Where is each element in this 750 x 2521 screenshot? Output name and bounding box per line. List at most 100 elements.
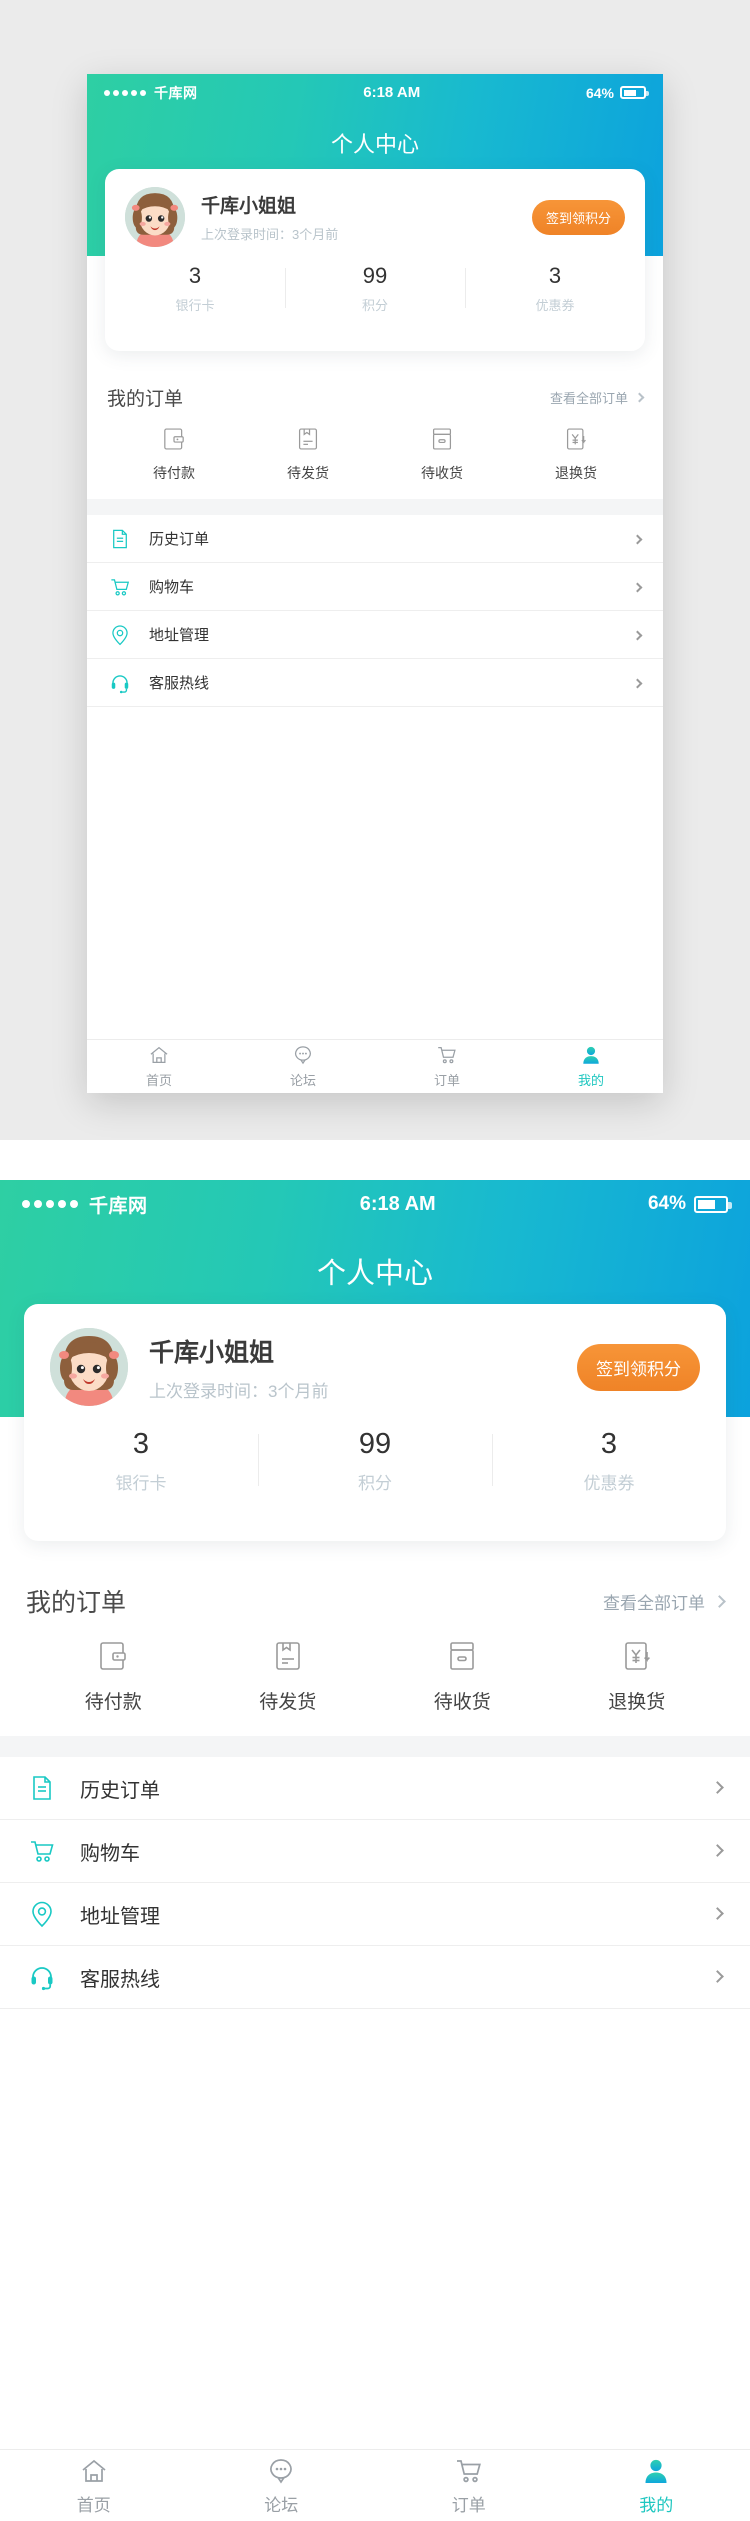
page-root: 千库网 6:18 AM 64% 个人中心 千库小姐姐 上次登录时间：3个月前 签… bbox=[0, 0, 750, 2521]
menu-item-label: 客服热线 bbox=[80, 1968, 160, 1991]
tab-forum[interactable]: 论坛 bbox=[188, 2450, 376, 2521]
headset-icon bbox=[28, 1963, 56, 1991]
order-item-unpaid[interactable]: 待付款 bbox=[107, 426, 241, 483]
stat-bankcard[interactable]: 3 银行卡 bbox=[24, 1428, 258, 1494]
status-left: 千库网 bbox=[22, 1191, 148, 1218]
stat-coupon[interactable]: 3 优惠券 bbox=[492, 1428, 726, 1494]
stat-label: 积分 bbox=[361, 298, 388, 313]
menu-item-history-orders[interactable]: 历史订单 bbox=[87, 515, 663, 563]
battery-percent: 64% bbox=[585, 84, 614, 101]
view-all-orders-link[interactable]: 查看全部订单 bbox=[603, 1589, 726, 1614]
status-left-preview: 千库网 bbox=[104, 83, 198, 103]
menu-item-address[interactable]: 地址管理 bbox=[87, 611, 663, 659]
order-item-label: 待收货 bbox=[433, 1692, 491, 1713]
location-pin-icon bbox=[28, 1900, 56, 1928]
stat-label: 优惠券 bbox=[583, 1474, 635, 1493]
signal-dots-icon bbox=[22, 1200, 82, 1208]
home-icon bbox=[148, 1044, 170, 1066]
order-item-refund[interactable]: 退换货 bbox=[550, 1639, 725, 1714]
user-info: 千库小姐姐 上次登录时间：3个月前 bbox=[201, 191, 532, 243]
stat-value: 3 bbox=[132, 1428, 150, 1460]
package-icon bbox=[295, 426, 321, 452]
page-title: 个人中心 bbox=[316, 1258, 433, 1290]
stat-points[interactable]: 99 积分 bbox=[258, 1428, 492, 1494]
order-item-unreceived[interactable]: 待收货 bbox=[375, 1639, 550, 1714]
section-gap bbox=[87, 499, 663, 515]
page-title: 个人中心 bbox=[330, 132, 419, 157]
section-gap bbox=[0, 1736, 750, 1757]
stat-label: 优惠券 bbox=[535, 298, 575, 313]
box-icon bbox=[429, 426, 455, 452]
order-item-label: 退换货 bbox=[608, 1692, 666, 1713]
stat-label: 银行卡 bbox=[115, 1474, 167, 1493]
tab-label: 订单 bbox=[451, 2495, 486, 2515]
home-icon bbox=[79, 2456, 109, 2486]
menu-item-cart[interactable]: 购物车 bbox=[0, 1820, 750, 1883]
sign-in-button[interactable]: 签到领积分 bbox=[531, 199, 625, 235]
menu-item-address[interactable]: 地址管理 bbox=[0, 1883, 750, 1946]
battery-icon bbox=[620, 86, 649, 99]
order-item-label: 退换货 bbox=[555, 465, 597, 481]
order-item-unreceived[interactable]: 待收货 bbox=[375, 426, 509, 483]
stat-value: 99 bbox=[362, 263, 388, 288]
tab-forum[interactable]: 论坛 bbox=[231, 1040, 375, 1093]
person-icon bbox=[580, 1044, 602, 1066]
orders-section: 我的订单 查看全部订单 待付款 待发货 待收货 退换货 bbox=[0, 1563, 750, 1736]
tab-orders[interactable]: 订单 bbox=[375, 2450, 563, 2521]
cart-icon bbox=[454, 2456, 484, 2486]
menu-item-label: 购物车 bbox=[149, 579, 195, 596]
order-item-label: 待收货 bbox=[421, 465, 463, 481]
wallet-icon bbox=[161, 426, 187, 452]
tab-orders[interactable]: 订单 bbox=[375, 1040, 519, 1093]
stat-label: 银行卡 bbox=[175, 298, 215, 313]
menu-item-label: 地址管理 bbox=[80, 1905, 160, 1928]
menu-item-service-hotline[interactable]: 客服热线 bbox=[0, 1946, 750, 2009]
user-info: 千库小姐姐 上次登录时间：3个月前 bbox=[149, 1333, 577, 1402]
cart-icon bbox=[109, 576, 131, 598]
order-item-label: 待付款 bbox=[84, 1692, 142, 1713]
view-all-orders-label: 查看全部订单 bbox=[549, 390, 628, 406]
menu-item-label: 历史订单 bbox=[80, 1779, 160, 1802]
chevron-right-icon bbox=[634, 392, 645, 402]
phone-screen-full: 千库网 6:18 AM 64% 个人中心 千库小姐姐 上次登录时间：3个月前 签… bbox=[0, 1180, 750, 2521]
order-item-label: 待发货 bbox=[287, 465, 329, 481]
view-all-orders-link[interactable]: 查看全部订单 bbox=[549, 388, 645, 407]
stat-value: 3 bbox=[548, 263, 562, 288]
chat-bubble-icon bbox=[292, 1044, 314, 1066]
menu-item-service-hotline[interactable]: 客服热线 bbox=[87, 659, 663, 707]
last-login-label: 上次登录时间：3个月前 bbox=[201, 227, 339, 242]
status-bar-preview: 千库网 6:18 AM 64% bbox=[87, 74, 663, 111]
status-time: 6:18 AM bbox=[363, 84, 421, 101]
cart-icon bbox=[28, 1837, 56, 1865]
avatar bbox=[125, 187, 185, 247]
stat-points[interactable]: 99 积分 bbox=[285, 263, 465, 314]
tab-mine[interactable]: 我的 bbox=[519, 1040, 663, 1093]
menu-item-label: 购物车 bbox=[80, 1842, 140, 1865]
orders-grid: 待付款 待发货 待收货 退换货 bbox=[26, 1639, 724, 1736]
chevron-right-icon bbox=[711, 1968, 724, 1986]
tab-home[interactable]: 首页 bbox=[0, 2450, 188, 2521]
signal-dots-icon bbox=[104, 89, 149, 96]
order-item-unshipped[interactable]: 待发货 bbox=[201, 1639, 376, 1714]
stat-bankcard[interactable]: 3 银行卡 bbox=[105, 263, 285, 314]
box-icon bbox=[445, 1639, 479, 1673]
chevron-right-icon bbox=[711, 1905, 724, 1923]
headset-icon bbox=[109, 672, 131, 694]
user-name: 千库小姐姐 bbox=[201, 196, 297, 217]
menu-item-cart[interactable]: 购物车 bbox=[87, 563, 663, 611]
stat-coupon[interactable]: 3 优惠券 bbox=[465, 263, 645, 314]
sign-in-button[interactable]: 签到领积分 bbox=[577, 1343, 700, 1391]
order-item-unshipped[interactable]: 待发货 bbox=[241, 426, 375, 483]
status-right: 64% bbox=[648, 1193, 732, 1215]
order-item-unpaid[interactable]: 待付款 bbox=[26, 1639, 201, 1714]
tab-mine[interactable]: 我的 bbox=[563, 2450, 750, 2521]
profile-card-top: 千库小姐姐 上次登录时间：3个月前 签到领积分 bbox=[24, 1304, 726, 1406]
bottom-tabbar: 首页 论坛 订单 我的 bbox=[0, 2449, 750, 2521]
status-time: 6:18 AM bbox=[359, 1192, 436, 1215]
menu-list: 历史订单 购物车 地址管理 客服热线 bbox=[87, 515, 663, 707]
location-pin-icon bbox=[109, 624, 131, 646]
stat-value: 3 bbox=[600, 1428, 618, 1460]
menu-item-history-orders[interactable]: 历史订单 bbox=[0, 1757, 750, 1820]
order-item-refund[interactable]: 退换货 bbox=[509, 426, 643, 483]
tab-home[interactable]: 首页 bbox=[87, 1040, 231, 1093]
